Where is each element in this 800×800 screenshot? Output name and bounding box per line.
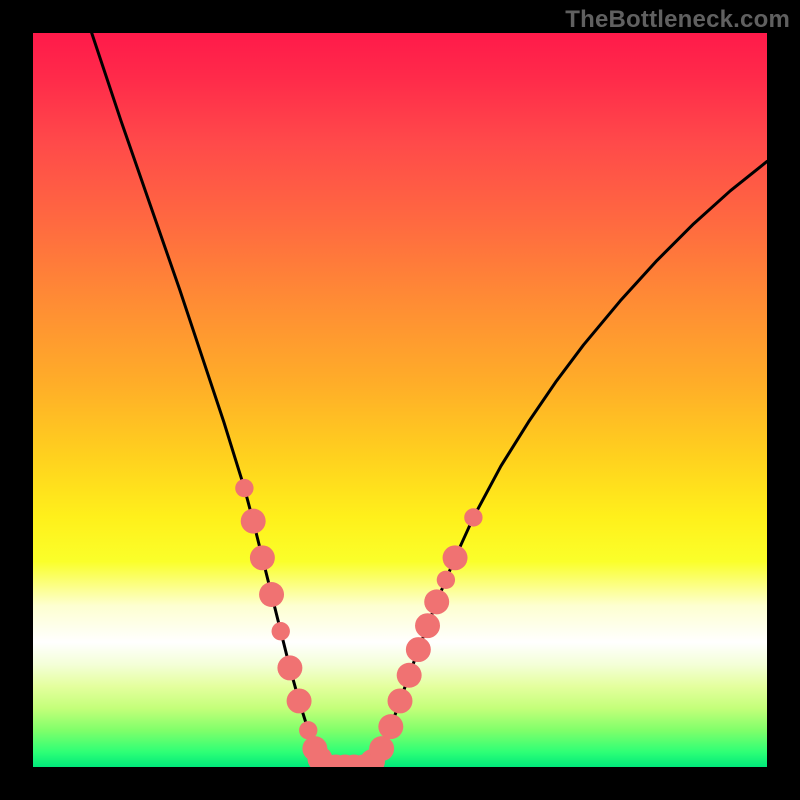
data-point-dot [259, 582, 284, 607]
data-point-dot [406, 637, 431, 662]
data-point-dot [443, 545, 468, 570]
data-point-dot [287, 688, 312, 713]
chart-frame: TheBottleneck.com [0, 0, 800, 800]
curve-layer [33, 33, 767, 767]
data-point-dot [388, 688, 413, 713]
data-point-dot [369, 736, 394, 761]
data-point-dot [235, 479, 253, 497]
data-point-dot [397, 663, 422, 688]
data-point-dot [277, 655, 302, 680]
data-point-dot [415, 613, 440, 638]
data-point-dot [464, 508, 482, 526]
data-point-dot [437, 571, 455, 589]
data-point-dot [272, 622, 290, 640]
watermark-text: TheBottleneck.com [565, 6, 790, 34]
data-point-dot [378, 714, 403, 739]
data-point-dot [424, 589, 449, 614]
bottleneck-curve [92, 33, 767, 767]
data-point-dot [241, 509, 266, 534]
plot-area [33, 33, 767, 767]
data-point-dot [250, 545, 275, 570]
